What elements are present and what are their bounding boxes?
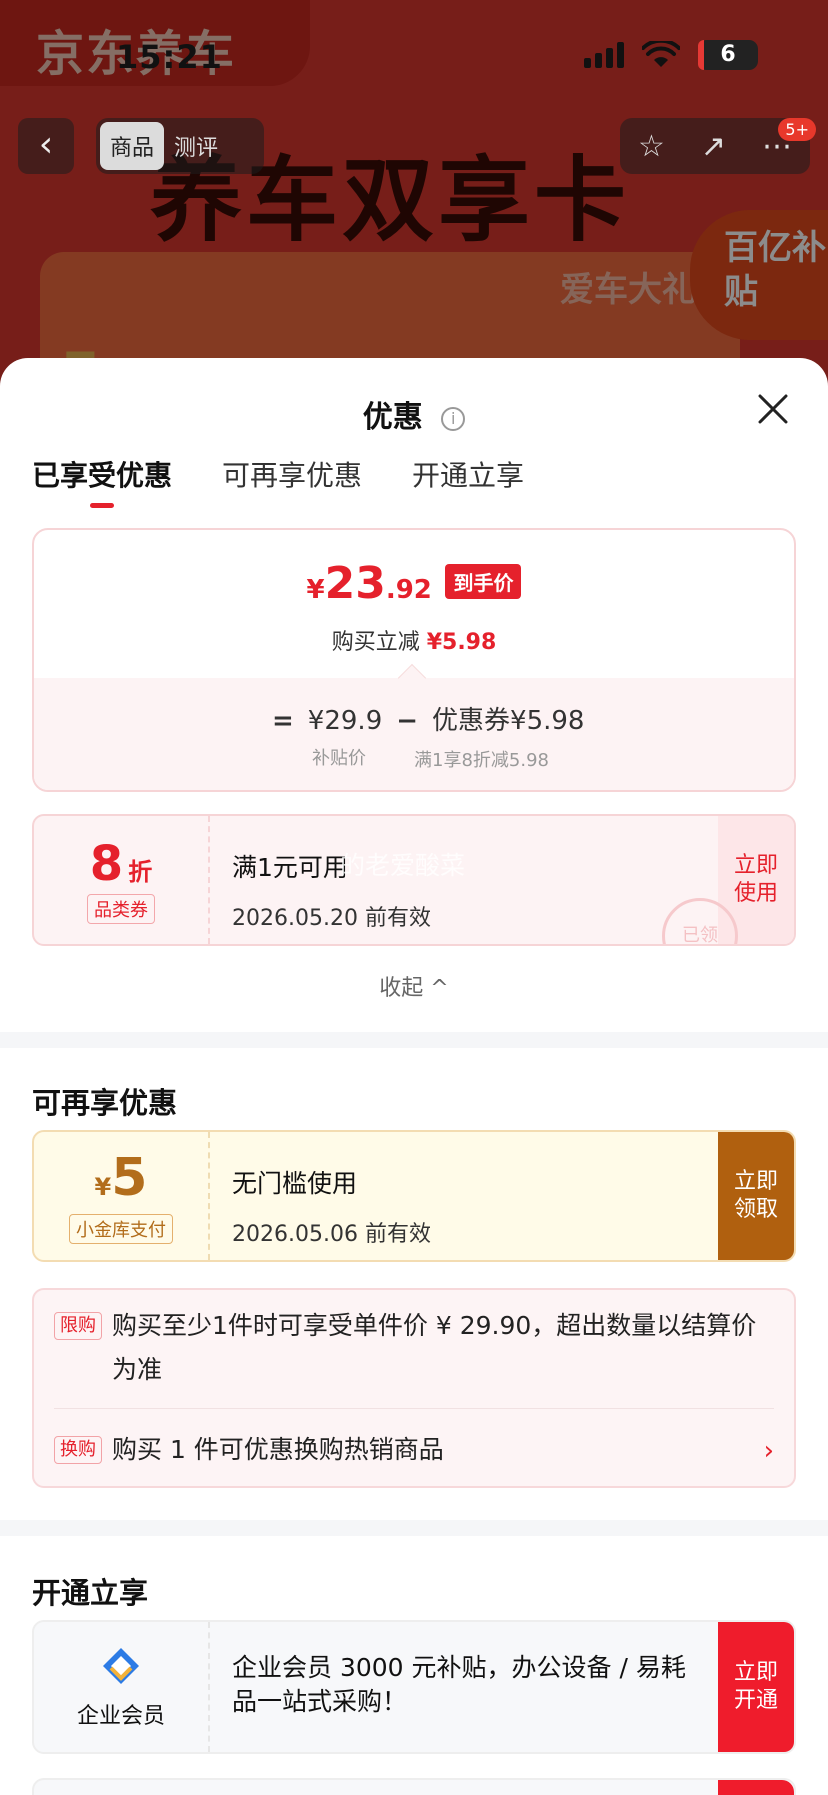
formula-minus: − <box>396 706 419 736</box>
formula-coupon: 优惠券¥5.98 <box>432 706 585 736</box>
instant-discount-label: 购买立减 <box>331 630 420 655</box>
coupon-info: 满1元可用 2026.05.20 前有效 的老爱酸菜 已领 <box>210 816 738 944</box>
rule-limit-tag: 限购 <box>54 1312 102 1340</box>
section-more-title: 可再享优惠 <box>32 1086 178 1120</box>
rule-exchange[interactable]: 换购 购买 1 件可优惠换购热销商品 <box>54 1435 772 1472</box>
rule-divider <box>54 1408 774 1409</box>
price-currency: ¥ <box>306 575 325 605</box>
coupon-discount: 8 <box>89 836 124 892</box>
rule-exchange-text: 购买 1 件可优惠换购热销商品 <box>112 1435 444 1464</box>
purchase-rules: 限购 购买至少1件时可享受单件价 ¥ 29.90，超出数量以结算价为准 换购 购… <box>32 1288 796 1488</box>
price-integer: 23 <box>324 558 386 609</box>
final-price: ¥23.92 到手价 <box>34 558 794 609</box>
tab-product[interactable]: 商品 <box>100 122 165 170</box>
gold-coupon-label: 小金库支付 <box>69 1214 173 1244</box>
gold-coupon-expiry: 2026.05.06 前有效 <box>232 1222 431 1247</box>
base-price-note: 补贴价 <box>312 748 366 769</box>
membership-info: 企业会员 3000 元补贴，办公设备 / 易耗品一站式采购！ <box>210 1622 718 1752</box>
status-icons: 6 <box>584 40 758 70</box>
battery-icon: 6 <box>698 40 758 70</box>
membership-description: 企业会员 3000 元补贴，办公设备 / 易耗品一站式采购！ <box>232 1653 686 1716</box>
coupon-value: 8 折 品类券 <box>34 816 210 944</box>
coupon-watermark: 的老爱酸菜 <box>340 851 466 880</box>
price-decimal: .92 <box>385 575 432 605</box>
gold-coupon-value: ¥5 小金库支付 <box>34 1132 210 1260</box>
section-separator <box>0 1032 828 1048</box>
rule-limit-text: 购买至少1件时可享受单件价 ¥ 29.90，超出数量以结算价为准 <box>112 1311 757 1384</box>
membership-offer: 企业会员 企业会员 3000 元补贴，办公设备 / 易耗品一站式采购！ 立即开通 <box>32 1620 796 1754</box>
final-price-tag: 到手价 <box>445 564 522 599</box>
next-offer-peek <box>32 1778 796 1795</box>
gold-coupon-info: 无门槛使用 2026.05.06 前有效 <box>210 1132 718 1260</box>
coupon-expiry: 2026.05.20 前有效 <box>232 906 431 931</box>
instant-discount-value: ¥5.98 <box>426 630 497 655</box>
tab-more-available[interactable]: 可再享优惠 <box>222 454 362 508</box>
sheet-title: 优惠 i <box>0 392 828 436</box>
close-icon[interactable] <box>756 392 790 426</box>
instant-discount: 购买立减 ¥5.98 <box>34 624 794 656</box>
gold-coupon: ¥5 小金库支付 无门槛使用 2026.05.06 前有效 立即领取 <box>32 1130 796 1262</box>
final-price-card: ¥23.92 到手价 购买立减 ¥5.98 = ¥29.9 − 优惠券¥5.98… <box>32 528 796 792</box>
enterprise-member-icon <box>103 1648 139 1684</box>
message-badge: 5+ <box>778 118 816 141</box>
formula-base-price: ¥29.9 <box>307 706 383 736</box>
formula-equals: = <box>272 706 294 736</box>
coupon-note: 满1享8折减5.98 <box>414 750 549 771</box>
star-icon[interactable]: ☆ <box>638 129 665 164</box>
wifi-icon <box>642 41 680 67</box>
section-activate-title: 开通立享 <box>32 1576 149 1610</box>
discount-tabs: 已享受优惠 可再享优惠 开通立享 <box>32 454 524 508</box>
price-formula: = ¥29.9 − 优惠券¥5.98 <box>272 700 584 737</box>
tab-activate[interactable]: 开通立享 <box>412 454 524 508</box>
discount-sheet: 优惠 i 已享受优惠 可再享优惠 开通立享 ¥23.92 到手价 购买立减 ¥5… <box>0 358 828 1795</box>
section-separator <box>0 1520 828 1536</box>
next-offer-button[interactable] <box>718 1780 794 1795</box>
tab-enjoyed[interactable]: 已享受优惠 <box>32 454 172 508</box>
gold-coupon-condition: 无门槛使用 <box>232 1169 358 1198</box>
share-icon[interactable]: ↗ <box>701 129 726 164</box>
gold-coupon-currency: ¥ <box>94 1173 112 1201</box>
status-time: 15:21 <box>116 38 223 76</box>
product-tabs: 商品 测评 <box>96 118 264 174</box>
membership-badge: 企业会员 <box>34 1622 210 1752</box>
chevron-right-icon[interactable]: › <box>764 1436 774 1466</box>
signal-icon <box>584 42 624 68</box>
back-button[interactable]: ‹ <box>18 118 74 174</box>
activate-membership-button[interactable]: 立即开通 <box>718 1622 794 1752</box>
coupon-unit: 折 <box>128 858 153 886</box>
membership-label: 企业会员 <box>76 1704 165 1729</box>
applied-coupon: 8 折 品类券 满1元可用 2026.05.20 前有效 的老爱酸菜 已领 立即… <box>32 814 796 946</box>
tab-review[interactable]: 测评 <box>164 122 228 170</box>
info-icon[interactable]: i <box>441 406 466 431</box>
coupon-type-label: 品类券 <box>87 894 155 924</box>
gold-coupon-amount: 5 <box>111 1148 148 1208</box>
rule-exchange-tag: 换购 <box>54 1436 102 1464</box>
sheet-title-text: 优惠 <box>362 400 423 435</box>
claim-coupon-button[interactable]: 立即领取 <box>718 1132 794 1260</box>
rule-limit: 限购 购买至少1件时可享受单件价 ¥ 29.90，超出数量以结算价为准 <box>54 1311 772 1392</box>
collapse-toggle[interactable]: 收起 ^ <box>0 970 828 1002</box>
coupon-condition: 满1元可用 <box>232 853 348 882</box>
